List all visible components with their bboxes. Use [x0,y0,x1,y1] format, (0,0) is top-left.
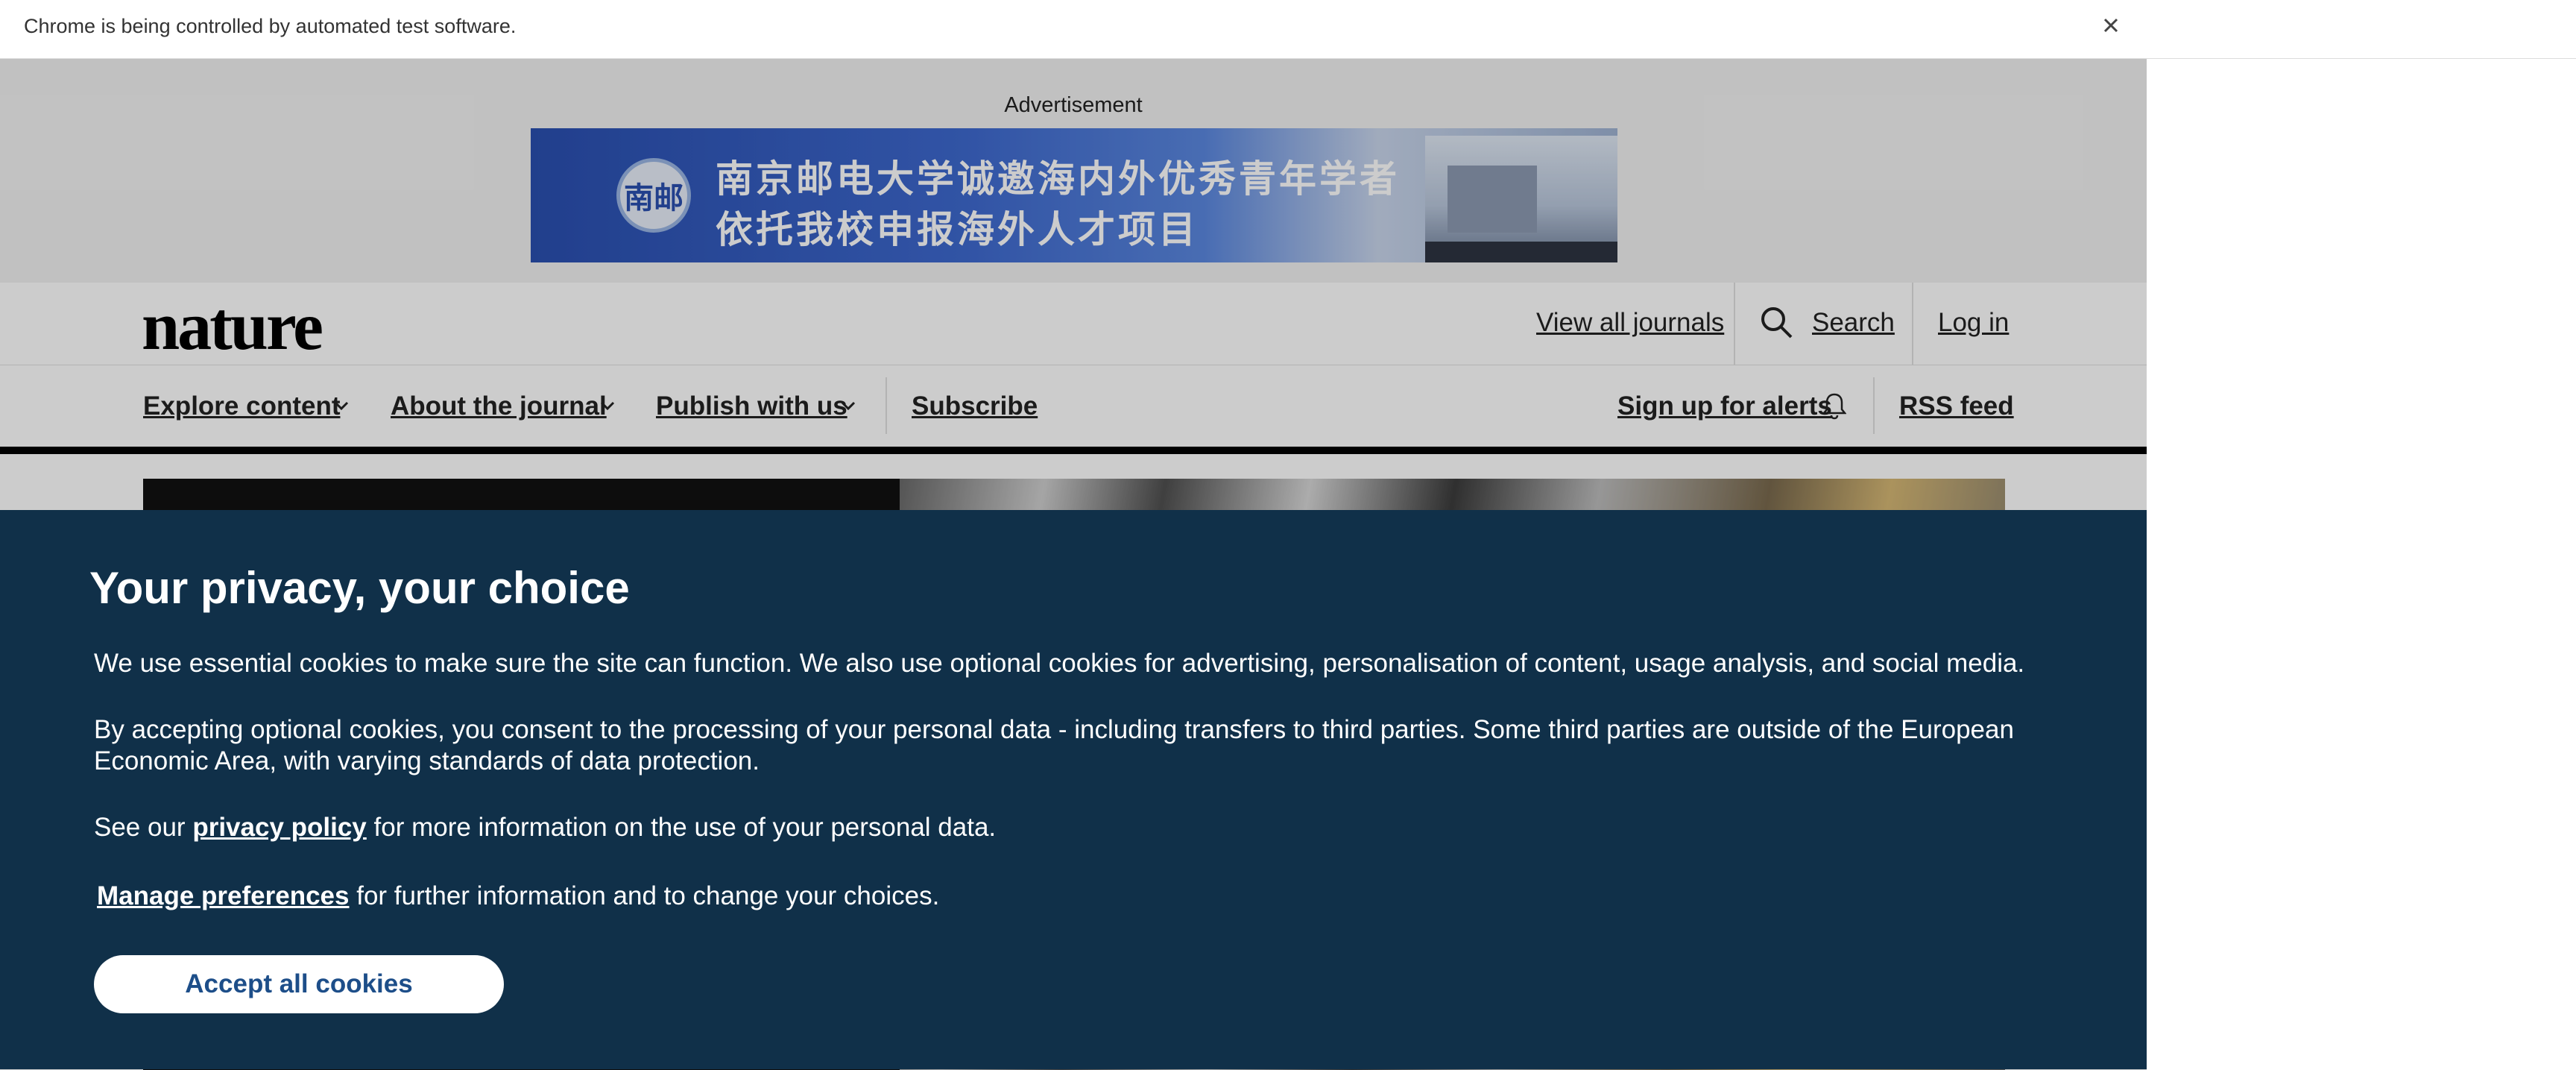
nav-about-journal[interactable]: About the journal [391,391,607,421]
cookie-consent-banner: Your privacy, your choice We use essenti… [0,510,2147,1069]
infobar-text: Chrome is being controlled by automated … [24,15,517,37]
nature-logo[interactable]: nature [142,292,323,360]
privacy-text-suffix: for more information on the use of your … [373,813,997,842]
chevron-down-icon[interactable] [333,400,350,412]
privacy-text-prefix: See our [94,813,186,842]
site-header: nature View all journals Search Log in [0,283,2147,365]
nav-subscribe[interactable]: Subscribe [912,391,1038,421]
header-divider [1912,283,1913,365]
chevron-down-icon[interactable] [840,400,856,412]
main-navigation: Explore content About the journal Publis… [0,365,2147,454]
campus-photo [1425,136,1617,262]
ad-headline-line1: 南京邮电大学诚邀海内外优秀青年学者 [716,157,1400,201]
cookie-paragraph-1: We use essential cookies to make sure th… [94,649,2025,678]
page-viewport: Advertisement 南邮 南京邮电大学诚邀海内外优秀青年学者 依托我校申… [0,59,2147,1070]
cookie-paragraph-4: Manage preferences for further informati… [97,881,2050,912]
privacy-policy-link[interactable]: privacy policy [192,813,366,842]
search-icon[interactable] [1759,305,1793,339]
sign-up-alerts-link[interactable]: Sign up for alerts [1617,391,1832,421]
log-in-link[interactable]: Log in [1938,308,2009,338]
manage-preferences-link[interactable]: Manage preferences [97,881,349,910]
cookie-banner-title: Your privacy, your choice [89,563,630,613]
search-link[interactable]: Search [1812,308,1895,338]
header-divider [1734,283,1735,365]
advertisement-area: Advertisement 南邮 南京邮电大学诚邀海内外优秀青年学者 依托我校申… [0,59,2147,283]
nav-explore-content[interactable]: Explore content [143,391,340,421]
university-emblem-icon: 南邮 [616,158,691,233]
automation-infobar: Chrome is being controlled by automated … [0,0,2576,59]
advertisement-banner[interactable]: 南邮 南京邮电大学诚邀海内外优秀青年学者 依托我校申报海外人才项目 [531,128,1617,262]
bell-icon[interactable] [1822,391,1846,420]
cookie-paragraph-2: By accepting optional cookies, you conse… [94,715,2014,775]
nav-divider [1873,377,1875,434]
manage-preferences-suffix: for further information and to change yo… [356,881,940,910]
nav-publish-with-us[interactable]: Publish with us [656,391,847,421]
view-all-journals-link[interactable]: View all journals [1536,308,1724,338]
nav-divider [886,377,887,434]
close-icon[interactable] [2097,12,2124,39]
cookie-paragraph-3: See our privacy policy for more informat… [94,812,2047,843]
advertisement-label: Advertisement [1004,93,1143,117]
chevron-down-icon[interactable] [599,400,616,412]
rss-feed-link[interactable]: RSS feed [1899,391,2014,421]
ad-headline-line2: 依托我校申报海外人才项目 [716,208,1199,251]
accept-all-cookies-button[interactable]: Accept all cookies [94,955,504,1013]
blank-area [2147,59,2576,1070]
